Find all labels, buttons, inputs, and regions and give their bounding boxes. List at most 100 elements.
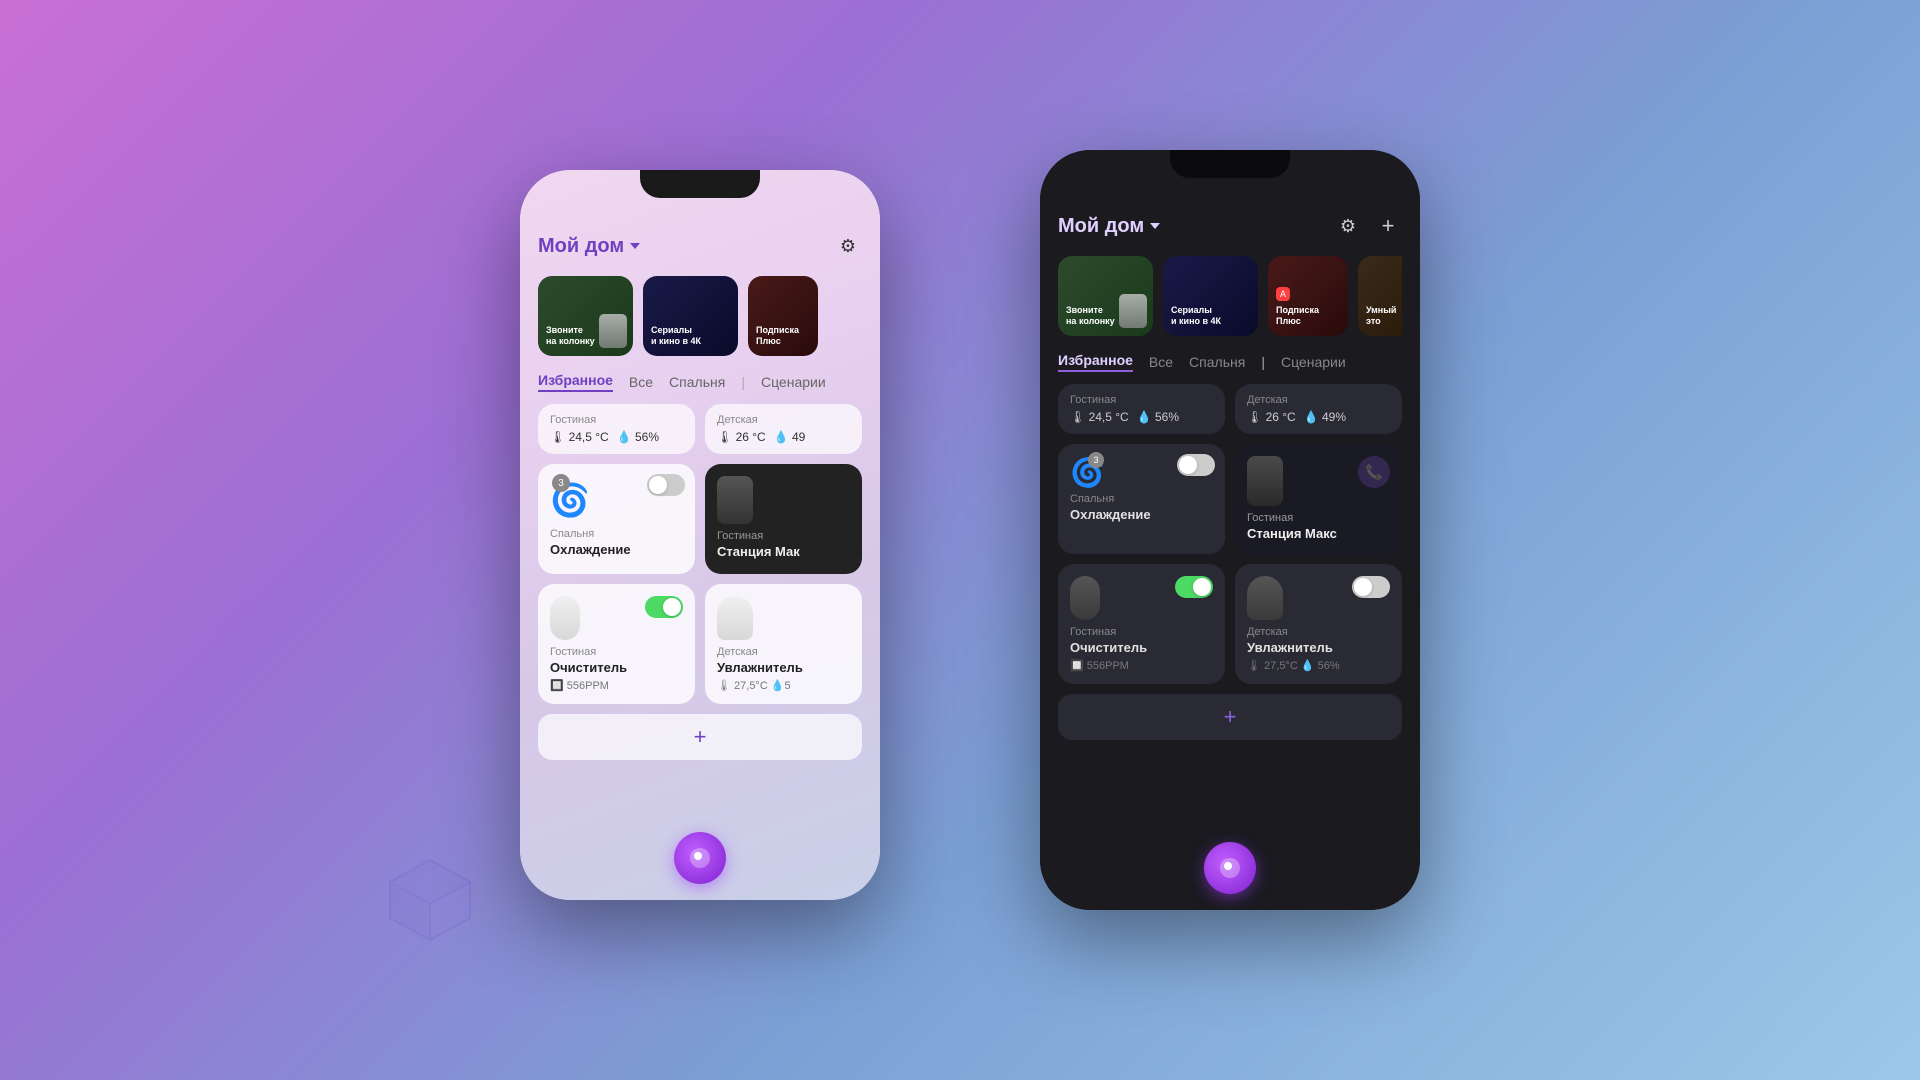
promo-text-3-dark: ПодпискаПлюс	[1276, 305, 1319, 328]
add-button-light[interactable]: +	[538, 714, 862, 760]
fan-room-light: Спальня	[550, 528, 683, 540]
promo-card-1-dark[interactable]: Звонитена колонку	[1058, 256, 1153, 336]
tab-scenarios-dark[interactable]: Сценарии	[1281, 354, 1346, 370]
header-light: Мой дом ⚙	[538, 224, 862, 260]
settings-icon-light[interactable]: ⚙	[834, 232, 862, 260]
humidifier-room-dark: Детская	[1247, 626, 1390, 638]
home-title-light: Мой дом	[538, 235, 640, 258]
room-stats-kids-dark: 🌡 26 °C 💧 49%	[1247, 410, 1390, 424]
header-icons-light: ⚙	[834, 232, 862, 260]
tab-all-dark[interactable]: Все	[1149, 354, 1173, 370]
room-card-living-light: Гостиная 🌡 24,5 °C 💧 56%	[538, 404, 695, 454]
promo-text-2-light: Сериалыи кино в 4К	[651, 325, 701, 348]
station-icon-light	[717, 476, 753, 524]
toggle-purifier-light[interactable]	[645, 596, 683, 618]
toggle-fan-light[interactable]	[647, 474, 685, 496]
fan-name-light: Охлаждение	[550, 542, 683, 557]
tab-sep-dark: |	[1261, 354, 1265, 370]
humid-kids-dark: 💧 49%	[1304, 410, 1346, 424]
alice-btn-light[interactable]	[674, 832, 726, 884]
chevron-dark	[1150, 223, 1160, 229]
alice-inner-dark	[1220, 858, 1240, 878]
temp-living-light: 🌡 24,5 °C	[550, 430, 609, 444]
promo-card-3-light[interactable]: ПодпискаПлюс	[748, 276, 818, 356]
device-humidifier-light[interactable]: Детская Увлажнитель 🌡 27,5°C 💧5	[705, 584, 862, 704]
home-title-dark: Мой дом	[1058, 215, 1160, 238]
station-room-dark: Гостиная	[1247, 512, 1390, 524]
tab-bedroom-dark[interactable]: Спальня	[1189, 354, 1245, 370]
room-name-living-light: Гостиная	[550, 414, 683, 426]
tab-bedroom-light[interactable]: Спальня	[669, 374, 725, 390]
humidifier-icon-light	[717, 596, 753, 640]
purifier-stat-dark: 🔲 556PPM	[1070, 659, 1213, 672]
promo-card-2-dark[interactable]: Сериалыи кино в 4К	[1163, 256, 1258, 336]
humidifier-icon-dark	[1247, 576, 1283, 620]
tab-favorites-light[interactable]: Избранное	[538, 372, 613, 392]
fan-badge-light: 3	[552, 474, 570, 492]
alice-btn-dark[interactable]	[1204, 842, 1256, 894]
promo-text-1-light: Звонитена колонку	[546, 325, 595, 348]
promo-text-4-dark: Умныйэто	[1366, 305, 1396, 328]
toggle-purifier-dark[interactable]	[1175, 576, 1213, 598]
title-text-light: Мой дом	[538, 235, 624, 258]
plus-badge-dark: А	[1276, 287, 1290, 301]
phone-dark: Мой дом ⚙ + Звонитена колонку	[1040, 150, 1420, 910]
tabs-dark: Избранное Все Спальня | Сценарии	[1058, 352, 1402, 372]
room-stats-living-light: 🌡 24,5 °C 💧 56%	[550, 430, 683, 444]
humidifier-room-light: Детская	[717, 646, 850, 658]
device-station-light[interactable]: Гостиная Станция Мак	[705, 464, 862, 574]
device-fan-light[interactable]: 🌀 3 Спальня Охлаждение	[538, 464, 695, 574]
fan-badge-dark: 3	[1088, 452, 1104, 468]
header-dark: Мой дом ⚙ +	[1058, 204, 1402, 240]
device-station-dark[interactable]: 📞 Гостиная Станция Макс	[1235, 444, 1402, 554]
purifier-name-light: Очиститель	[550, 660, 683, 675]
promo-text-3-light: ПодпискаПлюс	[756, 325, 799, 348]
scene: Мой дом ⚙ Звонитена колонку Сериа	[360, 90, 1560, 990]
device-grid-1-light: 🌀 3 Спальня Охлаждение Гостиная Станция …	[538, 464, 862, 574]
station-name-light: Станция Мак	[717, 544, 850, 559]
room-name-living-dark: Гостиная	[1070, 394, 1213, 406]
toggle-humidifier-dark[interactable]	[1352, 576, 1390, 598]
device-purifier-light[interactable]: Гостиная Очиститель 🔲 556PPM	[538, 584, 695, 704]
alice-inner-light	[690, 848, 710, 868]
temp-kids-dark: 🌡 26 °C	[1247, 410, 1296, 424]
purifier-icon-dark	[1070, 576, 1100, 620]
room-card-living-dark: Гостиная 🌡 24,5 °C 💧 56%	[1058, 384, 1225, 434]
add-label-light: +	[694, 724, 707, 750]
phone-light: Мой дом ⚙ Звонитена колонку Сериа	[520, 170, 880, 900]
device-fan-dark[interactable]: 🌀 3 Спальня Охлаждение	[1058, 444, 1225, 554]
device-humidifier-dark[interactable]: Детская Увлажнитель 🌡 27,5°C 💧 56%	[1235, 564, 1402, 684]
promo-card-1-light[interactable]: Звонитена колонку	[538, 276, 633, 356]
room-row-light: Гостиная 🌡 24,5 °C 💧 56% Детская 🌡 26 °C…	[538, 404, 862, 454]
add-button-dark[interactable]: +	[1058, 694, 1402, 740]
purifier-stat-light: 🔲 556PPM	[550, 679, 683, 692]
station-name-dark: Станция Макс	[1247, 526, 1390, 541]
room-row-dark: Гостиная 🌡 24,5 °C 💧 56% Детская 🌡 26 °C…	[1058, 384, 1402, 434]
purifier-room-light: Гостиная	[550, 646, 683, 658]
notch-dark	[1170, 150, 1290, 178]
room-card-kids-light: Детская 🌡 26 °C 💧 49	[705, 404, 862, 454]
room-name-kids-light: Детская	[717, 414, 850, 426]
toggle-fan-dark[interactable]	[1177, 454, 1215, 476]
tab-all-light[interactable]: Все	[629, 374, 653, 390]
promo-card-2-light[interactable]: Сериалыи кино в 4К	[643, 276, 738, 356]
device-grid-2-dark: Гостиная Очиститель 🔲 556PPM Детская Увл…	[1058, 564, 1402, 684]
tabs-light: Избранное Все Спальня | Сценарии	[538, 372, 862, 392]
purifier-icon-light	[550, 596, 580, 640]
plus-icon-dark[interactable]: +	[1374, 212, 1402, 240]
settings-icon-dark[interactable]: ⚙	[1334, 212, 1362, 240]
promo-card-3-dark[interactable]: А ПодпискаПлюс	[1268, 256, 1348, 336]
call-icon-dark[interactable]: 📞	[1358, 456, 1390, 488]
promo-card-4-dark[interactable]: Умныйэто	[1358, 256, 1402, 336]
header-icons-dark: ⚙ +	[1334, 212, 1402, 240]
title-text-dark: Мой дом	[1058, 215, 1144, 238]
tab-favorites-dark[interactable]: Избранное	[1058, 352, 1133, 372]
humid-living-light: 💧 56%	[617, 430, 659, 444]
tab-scenarios-light[interactable]: Сценарии	[761, 374, 826, 390]
humidifier-stat-light: 🌡 27,5°C 💧5	[717, 679, 850, 692]
screen-dark: Мой дом ⚙ + Звонитена колонку	[1040, 150, 1420, 910]
device-grid-1-dark: 🌀 3 Спальня Охлаждение 📞 Гостиная Станци…	[1058, 444, 1402, 554]
device-purifier-dark[interactable]: Гостиная Очиститель 🔲 556PPM	[1058, 564, 1225, 684]
promo-text-1-dark: Звонитена колонку	[1066, 305, 1115, 328]
room-name-kids-dark: Детская	[1247, 394, 1390, 406]
